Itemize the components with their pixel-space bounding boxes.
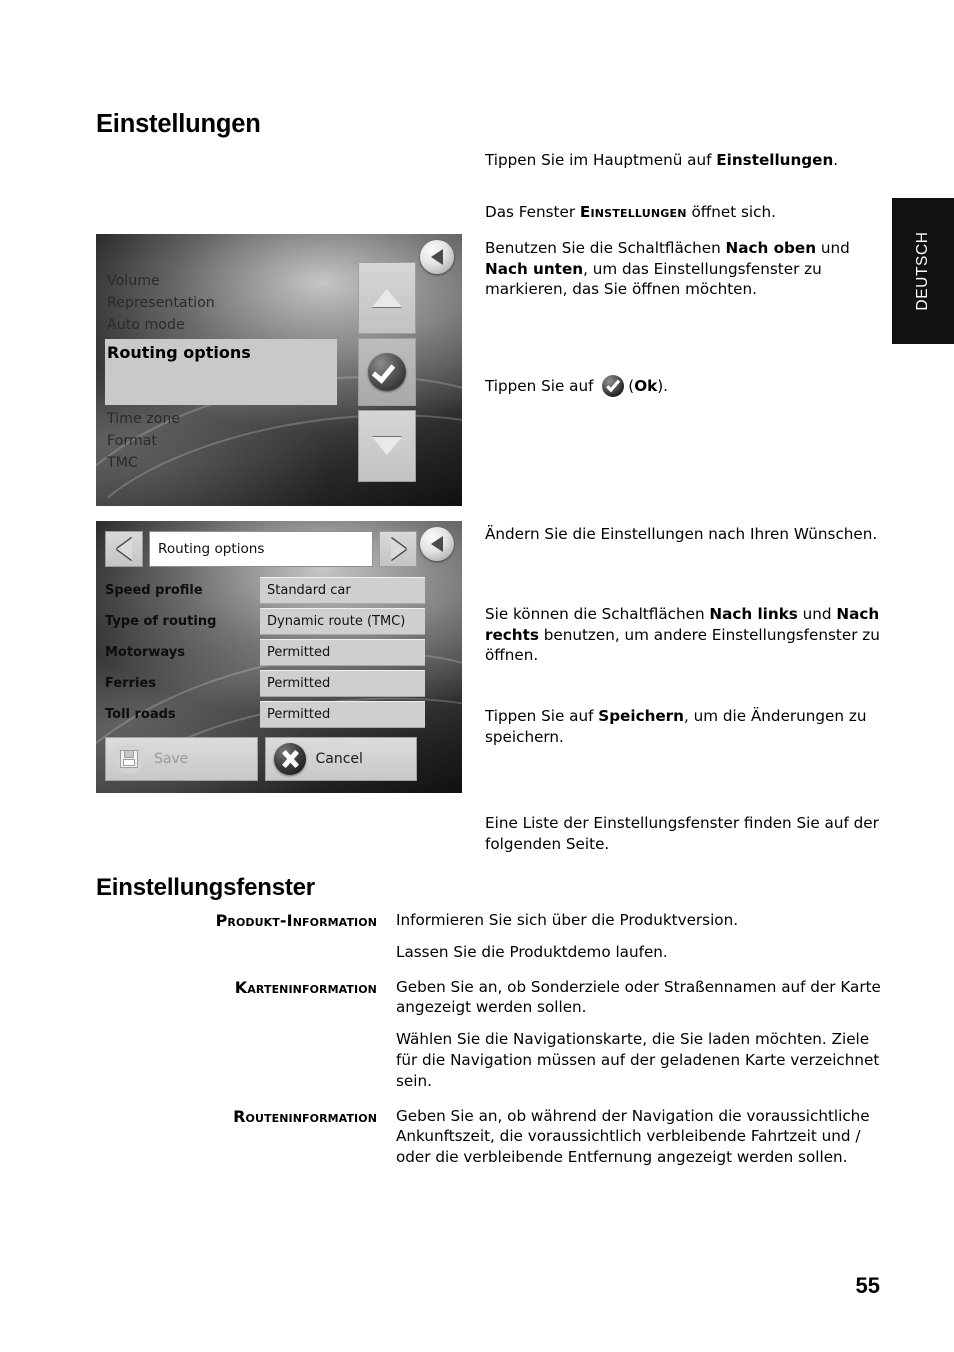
down-arrow-icon — [372, 437, 402, 455]
description-paragraph: Geben Sie an, ob während der Navigation … — [396, 1106, 870, 1167]
instruction-text: benutzen, um andere Einstellungsfenster … — [485, 625, 880, 665]
instruction-block-5: Ändern Sie die Einstellungen nach Ihren … — [485, 525, 878, 543]
instruction-text: Benutzen Sie die Schaltflächen — [485, 239, 726, 257]
setting-value[interactable]: Permitted — [260, 701, 425, 728]
ok-button[interactable] — [358, 338, 416, 406]
instruction-bold: Nach oben — [725, 239, 817, 257]
instruction-text: und — [816, 239, 850, 257]
description-paragraph: Lassen Sie die Produktdemo laufen. — [396, 942, 668, 961]
setting-row: Toll roads Permitted — [105, 699, 425, 730]
cancel-button[interactable]: Cancel — [264, 737, 417, 781]
instruction-bold: Nach unten — [485, 259, 584, 278]
save-button[interactable]: Save — [105, 737, 258, 781]
setting-value[interactable]: Permitted — [260, 670, 425, 697]
setting-label: Motorways — [105, 645, 186, 660]
setting-label: Type of routing — [105, 614, 217, 629]
instruction-bold: Einstellungen — [716, 151, 834, 169]
window-navigation-bar: Routing options — [105, 531, 417, 567]
list-item-selected-label: Routing options — [107, 343, 251, 362]
instruction-block-1: Tippen Sie im Hauptmenü auf Einstellunge… — [485, 150, 885, 171]
description-paragraph: Wählen Sie die Navigationskarte, die Sie… — [396, 1030, 880, 1090]
setting-label: Ferries — [105, 676, 157, 691]
instruction-text: Tippen Sie auf — [485, 377, 599, 395]
right-arrow-icon — [390, 538, 406, 560]
instruction-text: öffnet sich. — [686, 203, 776, 221]
close-x-icon — [273, 743, 306, 775]
list-item[interactable]: Time zone — [105, 408, 337, 430]
scroll-down-button[interactable] — [358, 410, 416, 482]
cancel-button-label: Cancel — [315, 751, 363, 767]
left-arrow-icon — [116, 538, 132, 560]
settings-list[interactable]: Volume Representation Auto mode Routing … — [105, 270, 337, 474]
instruction-block-6: Sie können die Schaltflächen Nach links … — [485, 604, 885, 666]
description-paragraph: Informieren Sie sich über die Produktver… — [396, 911, 739, 929]
instruction-text: Tippen Sie im Hauptmenü auf — [485, 151, 717, 169]
instruction-block-7: Tippen Sie auf Speichern, um die Änderun… — [485, 706, 885, 747]
instruction-text: Das Fenster — [485, 203, 580, 221]
settings-windows-list: Produkt-Information Informieren Sie sich… — [96, 910, 886, 1182]
previous-window-button[interactable] — [105, 531, 143, 567]
settings-window-name: Routeninformation — [233, 1106, 377, 1126]
instruction-bold: Ok — [634, 377, 658, 395]
settings-window-entry: Karteninformation Geben Sie an, ob Sonde… — [96, 977, 886, 1092]
description-paragraph: Geben Sie an, ob Sonderziele oder Straße… — [396, 977, 881, 1017]
settings-window-description: Informieren Sie sich über die Produktver… — [396, 910, 886, 963]
settings-window-entry: Routeninformation Geben Sie an, ob währe… — [96, 1106, 886, 1168]
list-item[interactable]: Auto mode — [105, 314, 337, 336]
instruction-bold: Speichern — [598, 707, 684, 725]
settings-window-name: Produkt-Information — [215, 911, 377, 930]
save-button-label: Save — [154, 751, 189, 767]
document-page: DEUTSCH Einstellungen Volume Representat… — [0, 0, 954, 1352]
instruction-block-3: Benutzen Sie die Schaltflächen Nach oben… — [485, 238, 885, 300]
instruction-block-4: Tippen Sie auf (Ok). — [485, 374, 885, 398]
setting-row: Ferries Permitted — [105, 668, 425, 699]
list-item[interactable]: Volume — [105, 270, 337, 292]
instruction-block-8: Eine Liste der Einstellungsfenster finde… — [485, 814, 879, 853]
next-window-button[interactable] — [379, 531, 417, 567]
scroll-up-button[interactable] — [358, 262, 416, 334]
up-arrow-icon — [372, 289, 402, 307]
page-title: Einstellungen — [96, 110, 261, 138]
language-side-tab: DEUTSCH — [892, 198, 954, 344]
window-name-reference: Einstellungen — [579, 203, 687, 221]
settings-window-entry: Produkt-Information Informieren Sie sich… — [96, 910, 886, 963]
window-title-field[interactable]: Routing options — [149, 531, 373, 567]
setting-row: Speed profile Standard car — [105, 575, 425, 606]
back-button[interactable] — [420, 240, 454, 274]
section-title: Einstellungsfenster — [96, 874, 315, 901]
instruction-text: . — [833, 151, 839, 169]
setting-value[interactable]: Standard car — [260, 577, 425, 604]
list-item[interactable]: TMC — [105, 452, 337, 474]
list-item-selected[interactable]: Routing options — [105, 339, 337, 405]
settings-rows: Speed profile Standard car Type of routi… — [105, 575, 425, 730]
check-icon — [368, 353, 406, 391]
save-disk-icon — [114, 744, 144, 774]
instruction-text: Sie können die Schaltflächen — [485, 605, 710, 623]
action-bar: Save Cancel — [105, 737, 417, 781]
list-item[interactable]: Representation — [105, 292, 337, 314]
setting-value[interactable]: Dynamic route (TMC) — [260, 608, 425, 635]
back-arrow-icon — [431, 249, 443, 265]
language-side-tab-label: DEUTSCH — [914, 231, 931, 311]
list-item[interactable]: Format — [105, 430, 337, 452]
instruction-text: und — [797, 605, 837, 623]
setting-label: Speed profile — [105, 583, 203, 598]
settings-window-description: Geben Sie an, ob Sonderziele oder Straße… — [396, 977, 886, 1092]
back-button[interactable] — [420, 527, 454, 561]
setting-value[interactable]: Permitted — [260, 639, 425, 666]
ok-check-icon — [601, 374, 625, 398]
setting-row: Type of routing Dynamic route (TMC) — [105, 606, 425, 637]
page-number: 55 — [855, 1273, 880, 1298]
instruction-block-2: Das Fenster Einstellungen öffnet sich. — [485, 202, 885, 223]
device-screenshot-settings-list: Volume Representation Auto mode Routing … — [96, 234, 462, 506]
settings-window-description: Geben Sie an, ob während der Navigation … — [396, 1106, 886, 1168]
setting-row: Motorways Permitted — [105, 637, 425, 668]
instruction-bold: Nach links — [709, 605, 798, 623]
back-arrow-icon — [431, 536, 443, 552]
device-screenshot-routing-options: Routing options Speed profile Standard c… — [96, 521, 462, 793]
setting-label: Toll roads — [105, 707, 176, 722]
instruction-text: Tippen Sie auf — [485, 707, 599, 725]
settings-window-name: Karteninformation — [234, 977, 377, 997]
instruction-text: ). — [657, 377, 668, 395]
